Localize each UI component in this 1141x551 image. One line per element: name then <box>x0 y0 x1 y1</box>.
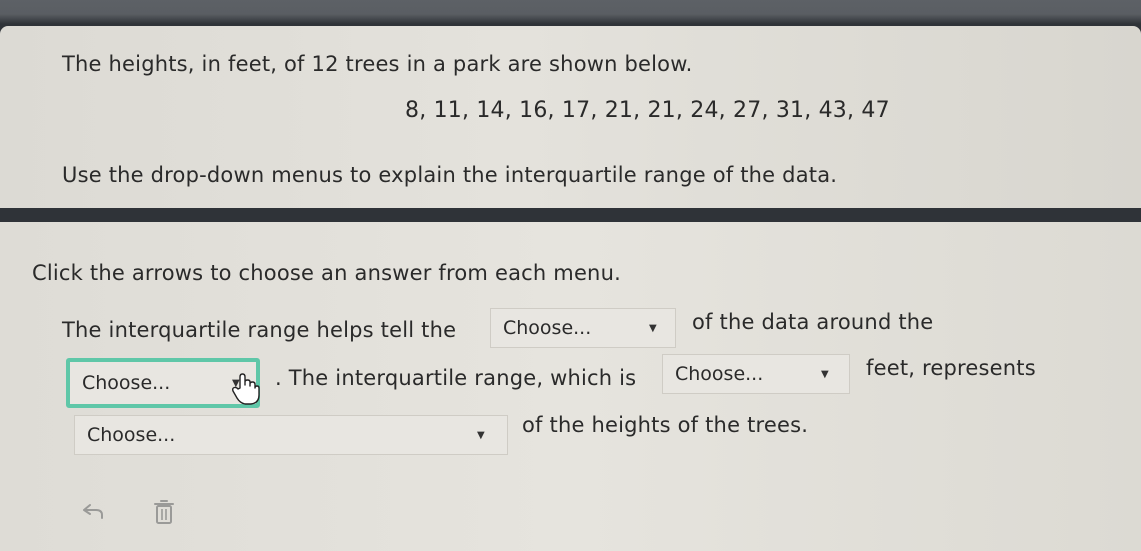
hand-pointer-icon <box>232 373 260 405</box>
answer-hint: Click the arrows to choose an answer fro… <box>32 261 621 285</box>
dropdown-1[interactable]: Choose... ▼ <box>490 308 676 348</box>
question-instruction: Use the drop-down menus to explain the i… <box>62 163 838 187</box>
sentence-part-4: feet, represents <box>866 356 1036 380</box>
question-panel: The heights, in feet, of 12 trees in a p… <box>0 26 1141 224</box>
dropdown-3-value: Choose... <box>675 363 764 385</box>
undo-icon[interactable] <box>78 498 106 526</box>
sentence-part-5: of the heights of the trees. <box>522 413 809 437</box>
dropdown-2-value: Choose... <box>82 372 171 394</box>
answer-panel: Click the arrows to choose an answer fro… <box>0 222 1141 551</box>
caret-down-icon: ▼ <box>821 369 829 380</box>
sentence-part-2: of the data around the <box>692 310 934 334</box>
caret-down-icon: ▼ <box>477 430 485 441</box>
dropdown-4[interactable]: Choose... ▼ <box>74 415 508 455</box>
data-values: 8, 11, 14, 16, 17, 21, 21, 24, 27, 31, 4… <box>405 98 890 123</box>
dropdown-3[interactable]: Choose... ▼ <box>662 354 850 394</box>
screen: The heights, in feet, of 12 trees in a p… <box>0 0 1141 551</box>
question-prompt: The heights, in feet, of 12 trees in a p… <box>62 52 693 76</box>
dropdown-1-value: Choose... <box>503 317 592 339</box>
dropdown-4-value: Choose... <box>87 424 176 446</box>
trash-icon[interactable] <box>150 498 178 526</box>
sentence-part-3: . The interquartile range, which is <box>275 366 637 390</box>
caret-down-icon: ▼ <box>649 323 657 334</box>
sentence-part-1: The interquartile range helps tell the <box>62 318 457 342</box>
